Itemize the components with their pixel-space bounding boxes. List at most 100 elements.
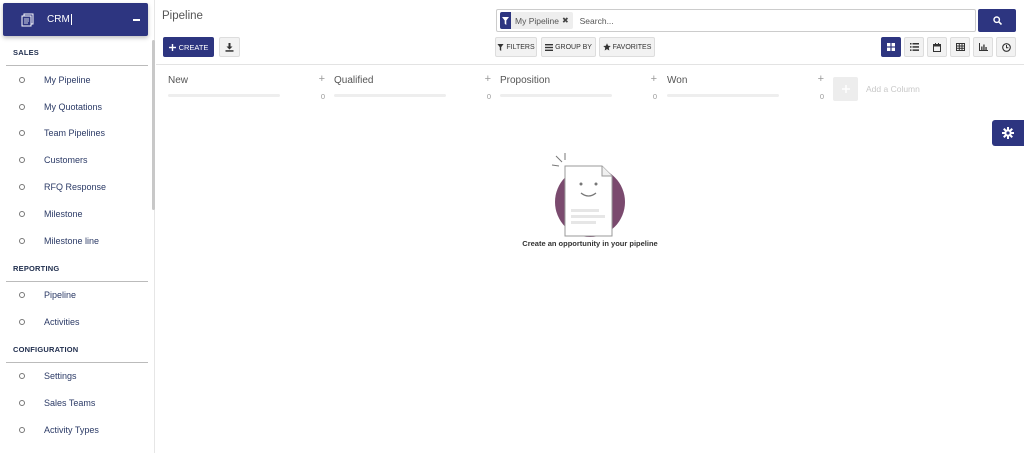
kanban-column-title: Proposition bbox=[500, 75, 551, 86]
kanban-icon bbox=[887, 43, 895, 51]
pivot-view-button[interactable] bbox=[950, 37, 970, 57]
circle-bullet-icon bbox=[19, 373, 25, 379]
filter-icon bbox=[500, 12, 511, 29]
circle-bullet-icon bbox=[19, 184, 25, 190]
kanban-column-count: 0 bbox=[486, 92, 491, 101]
sidebar-item-my-quotations[interactable]: My Quotations bbox=[0, 97, 150, 117]
kanban-column-title: Qualified bbox=[334, 75, 374, 86]
kanban-column-new: New + 0 bbox=[168, 72, 328, 106]
sidebar-item-milestone[interactable]: Milestone bbox=[0, 204, 150, 224]
page-title: Pipeline bbox=[162, 10, 203, 22]
group-by-button-label: GROUP BY bbox=[555, 43, 592, 51]
download-button[interactable] bbox=[219, 37, 240, 57]
list-view-button[interactable] bbox=[904, 37, 924, 57]
plus-icon bbox=[168, 43, 176, 51]
search-button[interactable] bbox=[978, 9, 1016, 32]
add-column-button[interactable] bbox=[833, 77, 858, 101]
quick-create-plus-icon[interactable]: + bbox=[319, 73, 325, 85]
sidebar-item-label: My Pipeline bbox=[44, 75, 91, 85]
pivot-icon bbox=[955, 43, 965, 51]
favorites-button-label: FAVORITES bbox=[612, 43, 652, 51]
kanban-column-qualified: Qualified + 0 bbox=[334, 72, 494, 106]
favorites-button[interactable]: FAVORITES bbox=[599, 37, 655, 57]
section-title-configuration: CONFIGURATION bbox=[13, 345, 79, 354]
section-divider bbox=[6, 281, 148, 282]
sidebar-item-sales-teams[interactable]: Sales Teams bbox=[0, 393, 150, 413]
sidebar-item-label: Team Pipelines bbox=[44, 128, 106, 138]
search-facet[interactable]: My Pipeline ✖ bbox=[500, 12, 573, 29]
activity-view-button[interactable] bbox=[996, 37, 1016, 57]
circle-bullet-icon bbox=[19, 211, 25, 217]
sidebar-item-activity-types[interactable]: Activity Types bbox=[0, 420, 150, 440]
section-title-reporting: REPORTING bbox=[13, 264, 60, 273]
settings-gear-button[interactable] bbox=[992, 120, 1024, 146]
search-facet-label: My Pipeline bbox=[515, 15, 559, 26]
sidebar-item-my-pipeline[interactable]: My Pipeline bbox=[0, 70, 150, 90]
gear-icon bbox=[1002, 127, 1014, 139]
filters-button[interactable]: FILTERS bbox=[495, 37, 537, 57]
text-caret bbox=[70, 14, 72, 25]
quick-create-plus-icon[interactable]: + bbox=[485, 73, 491, 85]
sidebar-item-label: My Quotations bbox=[44, 102, 103, 112]
kanban-column-count: 0 bbox=[652, 92, 657, 101]
list-icon bbox=[909, 43, 919, 51]
activity-clock-icon bbox=[1001, 42, 1011, 52]
column-progress-bar bbox=[500, 94, 612, 97]
sidebar-item-milestone-line[interactable]: Milestone line bbox=[0, 231, 150, 251]
add-column-label[interactable]: Add a Column bbox=[866, 84, 920, 94]
sidebar: CRM SALES My Pipeline My Quotations Team… bbox=[0, 0, 155, 453]
plus-icon bbox=[841, 85, 850, 93]
kanban-column-count: 0 bbox=[819, 92, 824, 101]
filters-button-label: FILTERS bbox=[506, 43, 535, 51]
sidebar-item-label: Settings bbox=[44, 371, 77, 381]
sidebar-item-label: Activity Types bbox=[44, 425, 99, 435]
kanban-view-button[interactable] bbox=[881, 37, 901, 57]
search-bar[interactable]: My Pipeline ✖ bbox=[496, 9, 976, 32]
document-stack-icon bbox=[21, 13, 34, 26]
section-title-sales: SALES bbox=[13, 48, 40, 57]
quick-create-plus-icon[interactable]: + bbox=[651, 73, 657, 85]
sidebar-item-settings[interactable]: Settings bbox=[0, 366, 150, 386]
app-menu-header[interactable]: CRM bbox=[3, 3, 148, 36]
kanban-column-title: Won bbox=[667, 75, 688, 86]
sidebar-item-team-pipelines[interactable]: Team Pipelines bbox=[0, 123, 150, 143]
kanban-column-title: New bbox=[168, 75, 189, 86]
sidebar-item-customers[interactable]: Customers bbox=[0, 150, 150, 170]
group-by-button[interactable]: GROUP BY bbox=[541, 37, 596, 57]
sidebar-item-label: Activities bbox=[44, 317, 80, 327]
sidebar-item-pipeline[interactable]: Pipeline bbox=[0, 285, 150, 305]
kanban-column-count: 0 bbox=[320, 92, 325, 101]
column-progress-bar bbox=[667, 94, 779, 97]
magnifier-icon bbox=[992, 16, 1002, 25]
section-divider bbox=[6, 362, 148, 363]
sidebar-item-label: Milestone line bbox=[44, 236, 100, 246]
circle-bullet-icon bbox=[19, 400, 25, 406]
create-button[interactable]: CREATE bbox=[163, 37, 214, 57]
kanban-column-won: Won + 0 bbox=[667, 72, 827, 106]
search-input[interactable] bbox=[579, 15, 880, 26]
kanban-column-proposition: Proposition + 0 bbox=[500, 72, 660, 106]
sidebar-item-rfq-response[interactable]: RFQ Response bbox=[0, 177, 150, 197]
circle-bullet-icon bbox=[19, 157, 25, 163]
circle-bullet-icon bbox=[19, 77, 25, 83]
calendar-view-button[interactable] bbox=[927, 37, 947, 57]
graph-view-button[interactable] bbox=[973, 37, 993, 57]
toolbar-divider bbox=[156, 64, 1024, 65]
star-icon bbox=[602, 43, 611, 51]
column-progress-bar bbox=[334, 94, 446, 97]
collapse-menu-icon[interactable] bbox=[133, 18, 140, 21]
empty-state-message: Create an opportunity in your pipeline bbox=[522, 239, 658, 248]
circle-bullet-icon bbox=[19, 104, 25, 110]
section-divider bbox=[6, 65, 148, 66]
sidebar-item-label: Sales Teams bbox=[44, 398, 96, 408]
graph-icon bbox=[978, 43, 988, 51]
sidebar-item-activities[interactable]: Activities bbox=[0, 312, 150, 332]
circle-bullet-icon bbox=[19, 238, 25, 244]
sidebar-scrollbar[interactable] bbox=[152, 40, 155, 210]
sidebar-item-label: Pipeline bbox=[44, 290, 77, 300]
circle-bullet-icon bbox=[19, 292, 25, 298]
remove-facet-icon[interactable]: ✖ bbox=[562, 16, 569, 25]
filter-icon bbox=[497, 43, 504, 51]
circle-bullet-icon bbox=[19, 427, 25, 433]
quick-create-plus-icon[interactable]: + bbox=[818, 73, 824, 85]
